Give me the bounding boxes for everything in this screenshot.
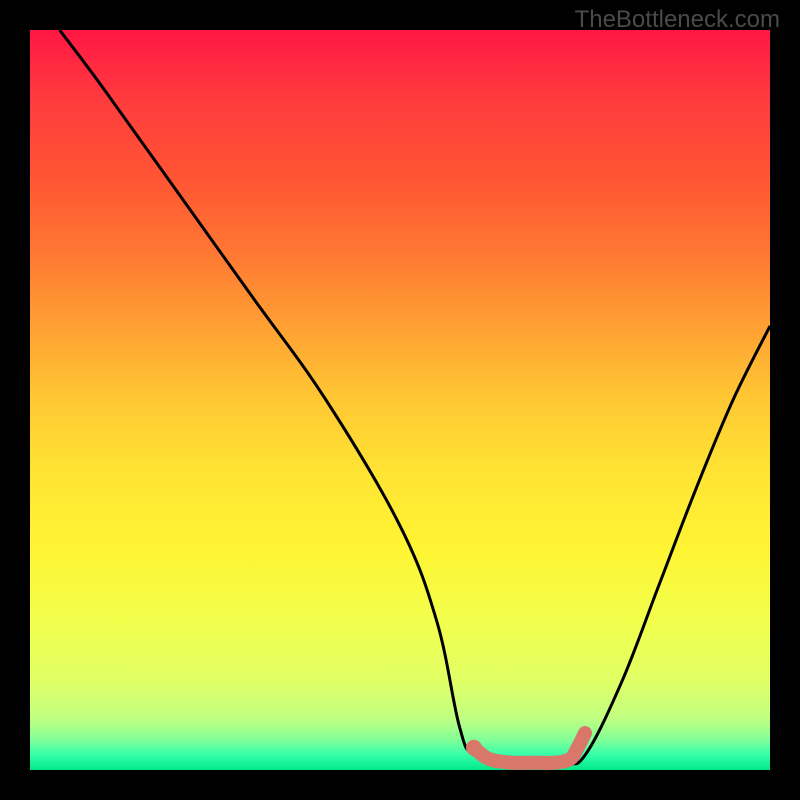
chart-plot-area — [30, 30, 770, 770]
optimal-marker-path — [474, 733, 585, 763]
chart-svg — [30, 30, 770, 770]
optimal-marker-dot — [466, 740, 482, 756]
bottleneck-curve-path — [60, 30, 770, 764]
watermark-text: TheBottleneck.com — [575, 6, 780, 34]
